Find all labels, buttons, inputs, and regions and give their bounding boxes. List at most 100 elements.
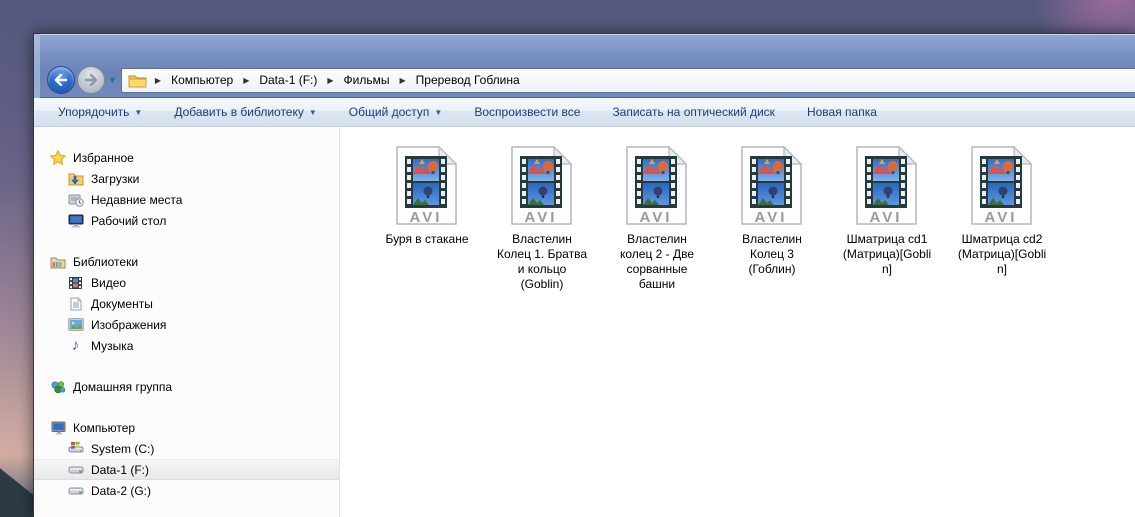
sidebar-item-label: System (C:) [91, 441, 155, 456]
explorer-window: ▼ ▶ Компьютер ▶ Data-1 (F:) ▶ Фильмы ▶ П… [33, 33, 1135, 517]
file-name-label[interactable]: Властелин Колец 3 (Гоблин) [742, 232, 802, 277]
burn-to-disc-button[interactable]: Записать на оптический диск [606, 101, 787, 123]
sidebar-item-documents[interactable]: Документы [34, 293, 339, 314]
avi-file-icon: AVI [856, 146, 917, 226]
svg-text:AVI: AVI [640, 209, 673, 226]
file-item[interactable]: AVI Буря в стакане [374, 146, 480, 247]
homegroup-icon [49, 379, 66, 395]
sidebar-item-computer[interactable]: Компьютер [34, 417, 339, 438]
recent-places-icon [67, 192, 84, 208]
sidebar-item-label: Недавние места [91, 192, 183, 207]
file-name-label[interactable]: Буря в стакане [385, 232, 468, 247]
add-to-library-menu-button[interactable]: Добавить в библиотеку ▼ [168, 101, 328, 123]
share-menu-label: Общий доступ [348, 105, 430, 119]
sidebar-item-pictures[interactable]: Изображения [34, 314, 339, 335]
dropdown-chevron-icon: ▼ [308, 107, 317, 117]
sidebar-item-label: Data-2 (G:) [91, 483, 152, 498]
svg-text:AVI: AVI [755, 209, 788, 226]
sidebar-item-drive-c[interactable]: System (C:) [34, 438, 339, 459]
organize-menu-label: Упорядочить [58, 105, 130, 119]
avi-file-icon: AVI [511, 146, 572, 226]
forward-button[interactable] [77, 66, 105, 94]
burn-to-disc-label: Записать на оптический диск [612, 105, 775, 119]
file-grid: AVI Буря в стакане AVI Властелин Колец 1… [374, 146, 1135, 292]
file-list-view: AVI Буря в стакане AVI Властелин Колец 1… [340, 127, 1135, 517]
dropdown-chevron-icon: ▼ [434, 107, 443, 117]
sidebar-item-desktop[interactable]: Рабочий стол [34, 210, 339, 231]
sidebar-item-videos[interactable]: Видео [34, 272, 339, 293]
content-area: Избранное Загрузки Недавние места Рабочи… [34, 127, 1135, 517]
file-name-label[interactable]: Властелин Колец 1. Братва и кольцо (Gobl… [497, 232, 587, 292]
back-button[interactable] [47, 66, 75, 94]
breadcrumb-arrow-icon[interactable]: ▶ [151, 76, 165, 85]
computer-section: Компьютер System (C:) Data-1 (F:) Data-2… [34, 417, 339, 501]
file-item[interactable]: AVI Властелин Колец 1. Братва и кольцо (… [489, 146, 595, 292]
svg-text:AVI: AVI [410, 209, 443, 226]
avi-file-icon: AVI [396, 146, 457, 226]
avi-file-icon: AVI [741, 146, 802, 226]
sidebar-item-label: Домашняя группа [73, 379, 173, 394]
avi-file-icon: AVI [971, 146, 1032, 226]
share-menu-button[interactable]: Общий доступ ▼ [343, 101, 455, 123]
sidebar-item-downloads[interactable]: Загрузки [34, 168, 339, 189]
favorites-section: Избранное Загрузки Недавние места Рабочи… [34, 147, 339, 231]
system-drive-icon [67, 441, 84, 457]
window-glass-frame: ▼ ▶ Компьютер ▶ Data-1 (F:) ▶ Фильмы ▶ П… [34, 34, 1135, 98]
add-to-library-label: Добавить в библиотеку [174, 105, 304, 119]
sidebar-item-label: Загрузки [91, 171, 140, 186]
organize-menu-button[interactable]: Упорядочить ▼ [52, 101, 154, 123]
command-toolbar: Упорядочить ▼ Добавить в библиотеку ▼ Об… [34, 98, 1135, 127]
computer-icon [49, 420, 66, 436]
breadcrumb-segment-current-folder[interactable]: Преревод Гоблина [414, 71, 522, 89]
sidebar-item-label: Документы [91, 296, 153, 311]
sidebar-item-favorites[interactable]: Избранное [34, 147, 339, 168]
sidebar-item-libraries[interactable]: Библиотеки [34, 251, 339, 272]
breadcrumb-arrow-icon[interactable]: ▶ [323, 76, 337, 85]
breadcrumb-segment-films[interactable]: Фильмы [342, 71, 392, 89]
new-folder-label: Новая папка [806, 105, 877, 119]
navigation-pane: Избранное Загрузки Недавние места Рабочи… [34, 127, 340, 517]
libraries-icon [49, 254, 66, 270]
title-bar[interactable] [40, 34, 1135, 63]
sidebar-item-label: Библиотеки [73, 254, 139, 269]
homegroup-section: Домашняя группа [34, 376, 339, 397]
file-item[interactable]: AVI Шматрица cd2 (Матрица)[Gobli n] [949, 146, 1055, 277]
sidebar-item-recent-places[interactable]: Недавние места [34, 189, 339, 210]
breadcrumb-segment-drive[interactable]: Data-1 (F:) [257, 71, 319, 89]
back-arrow-icon [54, 74, 68, 86]
sidebar-item-label: Рабочий стол [91, 213, 167, 228]
desktop-icon [67, 213, 84, 229]
file-item[interactable]: AVI Шматрица cd1 (Матрица)[Gobli n] [834, 146, 940, 277]
svg-text:AVI: AVI [985, 209, 1018, 226]
navigation-bar: ▼ ▶ Компьютер ▶ Data-1 (F:) ▶ Фильмы ▶ П… [40, 63, 1135, 98]
sidebar-item-label: Data-1 (F:) [91, 462, 150, 477]
documents-icon [67, 296, 84, 312]
music-icon: ♪ [71, 337, 80, 354]
sidebar-item-label: Компьютер [73, 420, 136, 435]
address-folder-icon [128, 73, 147, 88]
new-folder-button[interactable]: Новая папка [801, 101, 889, 123]
breadcrumb-arrow-icon[interactable]: ▶ [395, 76, 409, 85]
play-all-button[interactable]: Воспроизвести все [468, 101, 592, 123]
recent-pages-chevron-icon[interactable]: ▼ [108, 75, 117, 85]
breadcrumb-segment-computer[interactable]: Компьютер [169, 71, 235, 89]
data-drive-icon [67, 462, 84, 478]
sidebar-item-drive-f[interactable]: Data-1 (F:) [34, 459, 339, 480]
file-name-label[interactable]: Шматрица cd1 (Матрица)[Gobli n] [843, 232, 931, 277]
sidebar-item-drive-g[interactable]: Data-2 (G:) [34, 480, 339, 501]
downloads-folder-icon [67, 171, 84, 187]
sidebar-item-label: Музыка [91, 338, 134, 353]
file-name-label[interactable]: Шматрица cd2 (Матрица)[Gobli n] [958, 232, 1046, 277]
address-bar[interactable]: ▶ Компьютер ▶ Data-1 (F:) ▶ Фильмы ▶ Пре… [120, 67, 1135, 93]
breadcrumb-arrow-icon[interactable]: ▶ [239, 76, 253, 85]
star-icon [49, 150, 66, 166]
pictures-icon [67, 317, 84, 333]
svg-text:AVI: AVI [525, 209, 558, 226]
sidebar-item-music[interactable]: ♪ Музыка [34, 335, 339, 356]
file-item[interactable]: AVI Властелин Колец 3 (Гоблин) [719, 146, 825, 277]
file-item[interactable]: AVI Властелин колец 2 - Две сорванные ба… [604, 146, 710, 292]
sidebar-item-homegroup[interactable]: Домашняя группа [34, 376, 339, 397]
file-name-label[interactable]: Властелин колец 2 - Две сорванные башни [620, 232, 694, 292]
play-all-label: Воспроизвести все [474, 105, 581, 119]
sidebar-item-label: Видео [91, 275, 127, 290]
